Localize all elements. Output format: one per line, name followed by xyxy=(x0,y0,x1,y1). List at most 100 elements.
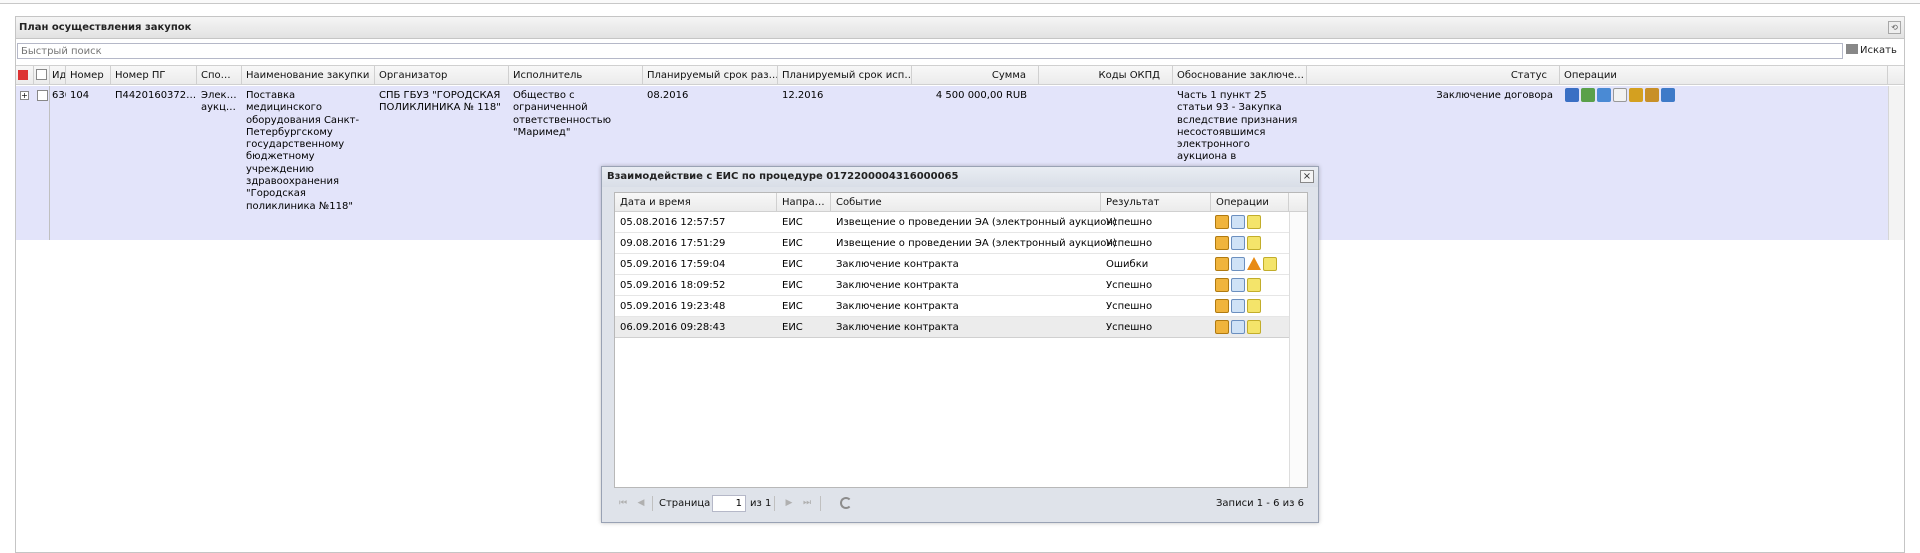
first-page-icon[interactable]: ⏮ xyxy=(618,498,628,508)
row-event: Заключение контракта xyxy=(836,280,959,291)
table-row[interactable]: 05.08.2016 12:57:57 ЕИС Извещение о пров… xyxy=(615,212,1289,233)
row-result: Успешно xyxy=(1106,238,1153,249)
table-row[interactable]: 05.09.2016 18:09:52 ЕИС Заключение контр… xyxy=(615,275,1289,296)
select-all-checkbox[interactable] xyxy=(34,66,50,85)
table-row[interactable]: 09.08.2016 17:51:29 ЕИС Извещение о пров… xyxy=(615,233,1289,254)
package-icon[interactable] xyxy=(1215,236,1229,250)
row-direction: ЕИС xyxy=(782,259,803,270)
scroll-icon[interactable] xyxy=(1645,88,1659,102)
table-row[interactable]: 06.09.2016 09:28:43 ЕИС Заключение контр… xyxy=(615,317,1289,338)
chart-icon[interactable] xyxy=(1565,88,1579,102)
row-sum: 4 500 000,00 RUB xyxy=(935,90,1027,101)
page-number-input[interactable] xyxy=(712,495,746,512)
emblem-icon[interactable] xyxy=(1629,88,1643,102)
column-method[interactable]: Спо… xyxy=(197,66,242,85)
dialog-title: Взаимодействие с ЕИС по процедуре 017220… xyxy=(607,171,959,182)
row-event: Извещение о проведении ЭА (электронный а… xyxy=(836,238,1117,249)
document-icon[interactable] xyxy=(1231,257,1245,271)
next-page-icon[interactable]: ▶ xyxy=(784,498,794,508)
row-event: Извещение о проведении ЭА (электронный а… xyxy=(836,217,1117,228)
records-count: Записи 1 - 6 из 6 xyxy=(1216,498,1304,509)
checkbox-icon xyxy=(36,69,47,80)
column-id[interactable]: Ид xyxy=(50,66,66,85)
pagination-toolbar: ⏮ ◀ Страница из 1 ▶ ⏭ Записи 1 - 6 из 6 xyxy=(614,493,1308,515)
expand-row-icon[interactable]: + xyxy=(20,91,29,100)
column-result[interactable]: Результат xyxy=(1101,193,1211,212)
gears-icon[interactable] xyxy=(1581,88,1595,102)
column-number[interactable]: Номер xyxy=(66,66,111,85)
package-icon[interactable] xyxy=(1215,257,1229,271)
column-planned-execution[interactable]: Планируемый срок исп… xyxy=(778,66,912,85)
row-justification: Часть 1 пункт 25 статьи 93 - Закупка всл… xyxy=(1177,90,1298,164)
row-operations xyxy=(1215,215,1261,229)
column-name[interactable]: Наименование закупки xyxy=(242,66,375,85)
note-icon[interactable] xyxy=(1247,236,1261,250)
info-icon[interactable] xyxy=(1597,88,1611,102)
table-row[interactable]: 05.09.2016 17:59:04 ЕИС Заключение контр… xyxy=(615,254,1289,275)
warning-icon[interactable] xyxy=(1247,257,1261,270)
row-planned-execution: 12.2016 xyxy=(782,90,824,101)
column-executor[interactable]: Исполнитель xyxy=(509,66,643,85)
search-row: Искать xyxy=(16,42,1904,60)
row-pg-number: П4420160372… xyxy=(115,90,195,101)
search-button-label: Искать xyxy=(1860,45,1897,56)
note-icon[interactable] xyxy=(1263,257,1277,271)
row-divider xyxy=(49,86,50,240)
prev-page-icon[interactable]: ◀ xyxy=(636,498,646,508)
row-result: Успешно xyxy=(1106,217,1153,228)
search-button[interactable]: Искать xyxy=(1846,42,1904,60)
column-operations[interactable]: Операции xyxy=(1560,66,1888,85)
row-checkbox[interactable] xyxy=(37,90,48,101)
note-icon[interactable] xyxy=(1247,278,1261,292)
dialog-header[interactable]: Взаимодействие с ЕИС по процедуре 017220… xyxy=(602,167,1318,187)
row-event: Заключение контракта xyxy=(836,301,959,312)
grid-scrollbar[interactable] xyxy=(1888,86,1904,240)
last-page-icon[interactable]: ⏭ xyxy=(802,498,812,508)
package-icon[interactable] xyxy=(1215,299,1229,313)
document-icon[interactable] xyxy=(1231,236,1245,250)
column-operations[interactable]: Операции xyxy=(1211,193,1289,212)
page-count-label: из 1 xyxy=(750,498,772,509)
column-okpd[interactable]: Коды ОКПД xyxy=(1039,66,1173,85)
page-label: Страница xyxy=(659,498,711,509)
note-icon[interactable] xyxy=(1247,299,1261,313)
package-icon[interactable] xyxy=(1215,278,1229,292)
procurement-grid: Ид Номер Номер ПГ Спо… Наименование заку… xyxy=(16,65,1904,240)
row-method: Элек… аукц… xyxy=(201,90,237,114)
column-direction[interactable]: Напра… xyxy=(777,193,831,212)
package-icon[interactable] xyxy=(1215,320,1229,334)
row-planned-placement: 08.2016 xyxy=(647,90,689,101)
package-icon[interactable] xyxy=(1215,215,1229,229)
column-organizer[interactable]: Организатор xyxy=(375,66,509,85)
table-row[interactable]: 05.09.2016 19:23:48 ЕИС Заключение контр… xyxy=(615,296,1289,317)
clear-filter-icon[interactable] xyxy=(16,66,34,85)
document-icon[interactable] xyxy=(1231,278,1245,292)
close-icon[interactable]: × xyxy=(1300,170,1314,183)
refresh-icon[interactable] xyxy=(840,497,852,509)
document-icon[interactable] xyxy=(1231,320,1245,334)
document-icon[interactable] xyxy=(1613,88,1627,102)
refresh-panel-icon[interactable]: ⟲ xyxy=(1888,21,1901,34)
row-result: Ошибки xyxy=(1106,259,1149,270)
row-result: Успешно xyxy=(1106,322,1153,333)
document-icon[interactable] xyxy=(1231,215,1245,229)
column-status[interactable]: Статус xyxy=(1307,66,1560,85)
row-datetime: 06.09.2016 09:28:43 xyxy=(620,322,726,333)
column-datetime[interactable]: Дата и время xyxy=(615,193,777,212)
row-datetime: 05.09.2016 17:59:04 xyxy=(620,259,726,270)
column-sum[interactable]: Сумма xyxy=(912,66,1039,85)
column-event[interactable]: Событие xyxy=(831,193,1101,212)
row-operations xyxy=(1215,257,1277,271)
column-planned-placement[interactable]: Планируемый срок раз… xyxy=(643,66,778,85)
note-icon[interactable] xyxy=(1247,215,1261,229)
column-justification[interactable]: Обоснование заключе… xyxy=(1173,66,1307,85)
document-icon[interactable] xyxy=(1231,299,1245,313)
column-pg-number[interactable]: Номер ПГ xyxy=(111,66,197,85)
panel-header: План осуществления закупок ⟲ xyxy=(16,17,1904,39)
eis-grid-scrollbar[interactable] xyxy=(1289,212,1307,487)
quick-search-input[interactable] xyxy=(17,43,1843,59)
row-direction: ЕИС xyxy=(782,280,803,291)
note-icon[interactable] xyxy=(1247,320,1261,334)
row-direction: ЕИС xyxy=(782,322,803,333)
barcode-icon[interactable] xyxy=(1661,88,1675,102)
